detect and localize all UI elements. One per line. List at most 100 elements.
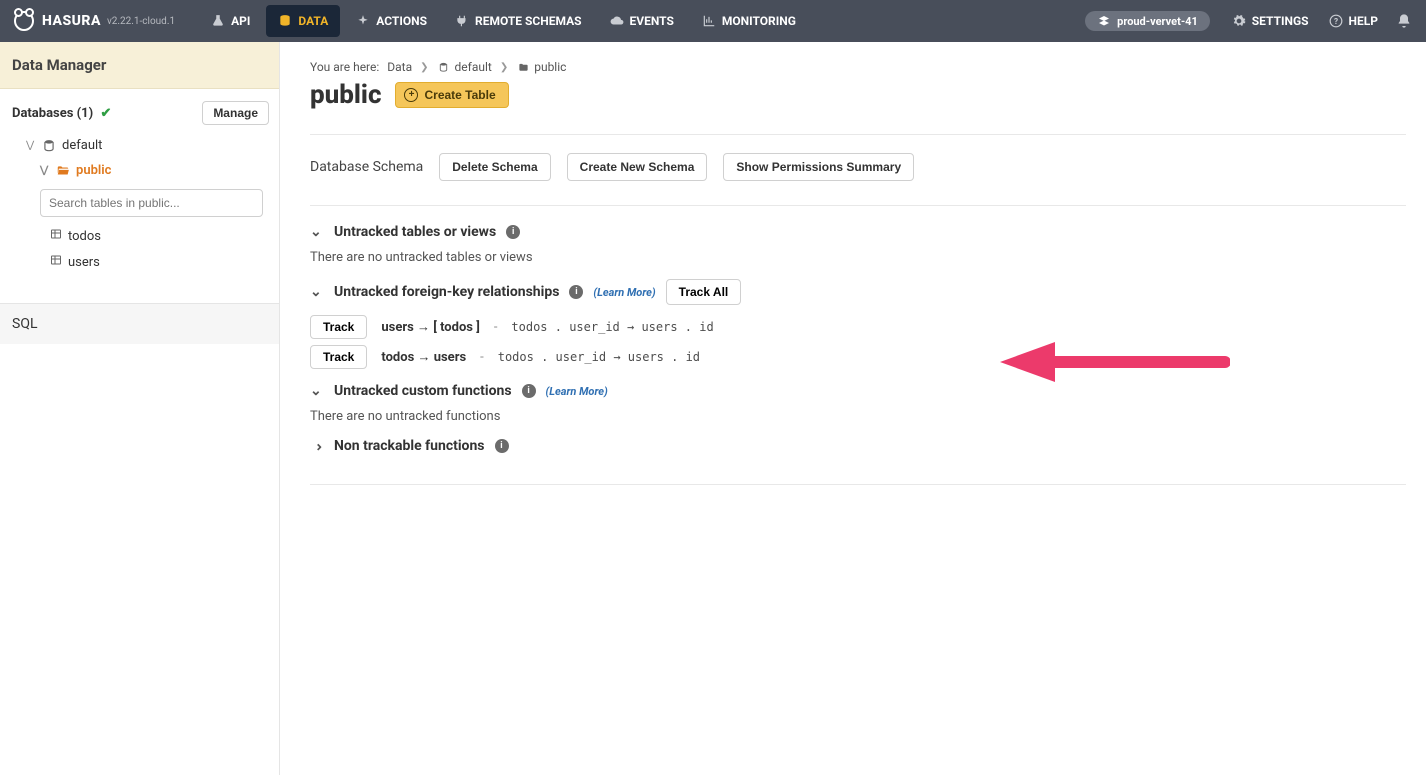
help-icon: ?: [1329, 14, 1343, 28]
schema-label: Database Schema: [310, 159, 423, 175]
nav-help[interactable]: ? HELP: [1319, 14, 1388, 28]
flask-icon: [211, 14, 225, 28]
stack-icon: [1097, 14, 1111, 28]
create-schema-button[interactable]: Create New Schema: [567, 153, 708, 181]
breadcrumb-public[interactable]: public: [516, 60, 566, 74]
info-icon: i: [569, 285, 583, 299]
folder-open-icon: [56, 164, 70, 178]
chevron-right-icon: ❯: [420, 62, 428, 73]
fk-relationship-row: Track users → [ todos ] - todos . user_i…: [310, 315, 1406, 339]
chart-icon: [702, 14, 716, 28]
nav-items: API DATA ACTIONS REMOTE SCHEMAS EVENTS M…: [197, 0, 810, 42]
project-pill[interactable]: proud-vervet-41: [1085, 11, 1210, 31]
section-non-trackable: ⌄ Non trackable functions i: [310, 438, 1406, 454]
brand-name: HASURA: [42, 13, 101, 29]
search-input[interactable]: [40, 189, 263, 217]
learn-more-link[interactable]: (Learn More): [593, 286, 655, 299]
create-table-button[interactable]: + Create Table: [395, 82, 508, 108]
plus-circle-icon: +: [404, 88, 418, 102]
tree-database[interactable]: ⋁ default: [6, 133, 273, 158]
manage-button[interactable]: Manage: [202, 101, 269, 125]
chevron-down-icon: ⋁: [26, 140, 36, 151]
table-search: [40, 189, 263, 217]
sql-link[interactable]: SQL: [0, 304, 279, 344]
sec-title: Untracked custom functions: [334, 383, 512, 399]
nav-label: MONITORING: [722, 14, 796, 28]
track-button[interactable]: Track: [310, 315, 367, 339]
nav-item-monitoring[interactable]: MONITORING: [688, 0, 810, 42]
rel-name: todos → users: [381, 349, 466, 365]
plug-icon: [455, 14, 469, 28]
info-icon: i: [495, 439, 509, 453]
rel-via: todos . user_id → users . id: [498, 350, 700, 364]
nav-item-data[interactable]: DATA: [266, 5, 340, 37]
nav-label: ACTIONS: [376, 14, 427, 28]
chevron-down-icon[interactable]: ⌄: [310, 224, 324, 240]
nav-label: REMOTE SCHEMAS: [475, 14, 582, 28]
chevron-down-icon[interactable]: ⌄: [310, 383, 324, 399]
nav-item-actions[interactable]: ACTIONS: [342, 0, 441, 42]
database-icon: [278, 14, 292, 28]
settings-label: SETTINGS: [1252, 14, 1309, 28]
cloud-icon: [610, 14, 624, 28]
sparkle-icon: [356, 14, 370, 28]
nav-item-events[interactable]: EVENTS: [596, 0, 688, 42]
chevron-right-icon[interactable]: ⌄: [309, 439, 325, 453]
nav-label: EVENTS: [630, 14, 674, 28]
nav-settings[interactable]: SETTINGS: [1222, 14, 1319, 28]
track-button[interactable]: Track: [310, 345, 367, 369]
divider: [310, 134, 1406, 135]
section-untracked-tables: ⌄ Untracked tables or views i There are …: [310, 224, 1406, 265]
hasura-logo-icon: [14, 11, 34, 31]
chevron-down-icon[interactable]: ⌄: [310, 284, 324, 300]
svg-text:?: ?: [1334, 16, 1338, 26]
help-label: HELP: [1349, 14, 1378, 28]
nav-item-api[interactable]: API: [197, 0, 264, 42]
folder-icon: [516, 60, 530, 74]
breadcrumb-data[interactable]: Data: [387, 60, 412, 74]
rel-name: users → [ todos ]: [381, 319, 479, 335]
databases-header: Databases (1) ✔ Manage: [0, 89, 279, 133]
nav-label: DATA: [298, 14, 328, 28]
create-table-label: Create Table: [424, 88, 495, 102]
chevron-down-icon: ⋁: [40, 165, 50, 176]
info-icon: i: [506, 225, 520, 239]
empty-functions-text: There are no untracked functions: [310, 409, 1406, 424]
tree-schema[interactable]: ⋁ public: [6, 158, 273, 183]
table-label: users: [68, 255, 100, 270]
tree-schema-label: public: [76, 163, 111, 178]
divider: [310, 205, 1406, 206]
brand: HASURA: [14, 11, 101, 31]
nav-label: API: [231, 14, 250, 28]
chevron-right-icon: ❯: [500, 62, 508, 73]
table-icon: [50, 254, 62, 270]
main-content: You are here: Data ❯ default ❯ public pu…: [280, 42, 1426, 775]
bell-icon[interactable]: [1396, 13, 1412, 29]
table-label: todos: [68, 229, 101, 244]
info-icon: i: [522, 384, 536, 398]
page-title: public: [310, 80, 381, 110]
tree-table-todos[interactable]: todos: [6, 223, 273, 249]
learn-more-link[interactable]: (Learn More): [546, 385, 608, 398]
nav-item-remote-schemas[interactable]: REMOTE SCHEMAS: [441, 0, 596, 42]
tree-database-label: default: [62, 138, 102, 153]
sec-title: Untracked tables or views: [334, 224, 496, 240]
fk-relationship-row: Track todos → users - todos . user_id → …: [310, 345, 1406, 369]
version-text: v2.22.1-cloud.1: [107, 16, 175, 27]
gear-icon: [1232, 14, 1246, 28]
table-icon: [50, 228, 62, 244]
check-icon: ✔: [100, 106, 111, 121]
db-tree: ⋁ default ⋁ public todos users: [0, 133, 279, 285]
database-icon: [42, 139, 56, 153]
sec-title: Untracked foreign-key relationships: [334, 284, 559, 300]
top-nav: HASURA v2.22.1-cloud.1 API DATA ACTIONS …: [0, 0, 1426, 42]
empty-tables-text: There are no untracked tables or views: [310, 250, 1406, 265]
tree-table-users[interactable]: users: [6, 249, 273, 275]
dash: -: [480, 350, 484, 365]
databases-label: Databases (1): [12, 106, 93, 121]
breadcrumb-default[interactable]: default: [437, 60, 492, 74]
permissions-summary-button[interactable]: Show Permissions Summary: [723, 153, 914, 181]
delete-schema-button[interactable]: Delete Schema: [439, 153, 550, 181]
track-all-button[interactable]: Track All: [666, 279, 742, 305]
breadcrumb: You are here: Data ❯ default ❯ public: [310, 60, 1406, 74]
